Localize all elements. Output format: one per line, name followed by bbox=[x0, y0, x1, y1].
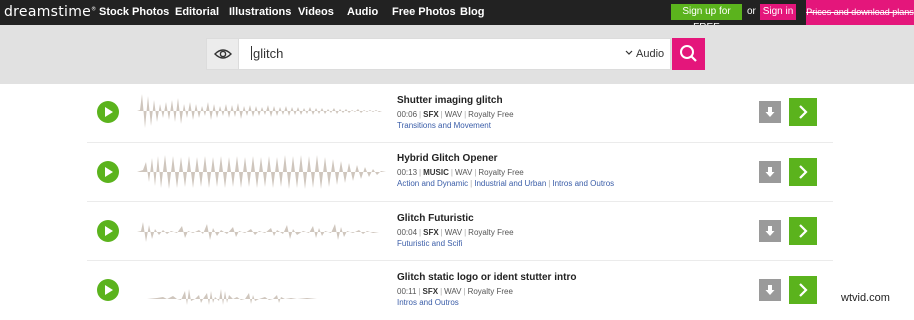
tag-link[interactable]: Futuristic and Scifi bbox=[397, 239, 462, 248]
result-meta: 00:06 | SFX | WAV | Royalty Free bbox=[397, 110, 514, 119]
result-meta: 00:11 | SFX | WAV | Royalty Free bbox=[397, 287, 513, 296]
license: Royalty Free bbox=[478, 168, 524, 177]
waveform[interactable] bbox=[137, 90, 386, 132]
audio-result-row: Glitch Futuristic 00:04 | SFX | WAV | Royalty … bbox=[87, 202, 833, 261]
audio-type: SFX bbox=[422, 287, 439, 296]
result-tags: Intros and Outros bbox=[397, 298, 459, 307]
text-caret bbox=[251, 46, 252, 60]
nav-illustrations[interactable]: Illustrations bbox=[229, 6, 291, 18]
file-format: WAV bbox=[444, 110, 463, 119]
download-icon[interactable] bbox=[759, 101, 781, 123]
result-tags: Futuristic and Scifi bbox=[397, 239, 462, 248]
license: Royalty Free bbox=[468, 110, 514, 119]
chevron-right-icon[interactable] bbox=[789, 276, 817, 304]
play-icon[interactable] bbox=[97, 161, 119, 183]
chevron-right-icon[interactable] bbox=[789, 158, 817, 186]
tag-link[interactable]: Transitions and Movement bbox=[397, 121, 491, 130]
search-input[interactable]: glitch bbox=[251, 46, 283, 61]
audio-result-row: Glitch static logo or ident stutter intr… bbox=[87, 261, 833, 320]
dreamstime-logo[interactable]: dreamstime® bbox=[4, 4, 96, 20]
prices-plans-button[interactable]: Prices and download plans bbox=[806, 0, 914, 25]
result-title[interactable]: Glitch Futuristic bbox=[397, 213, 474, 224]
category-select[interactable]: Audio bbox=[625, 48, 664, 60]
result-tags: Transitions and Movement bbox=[397, 121, 491, 130]
play-icon[interactable] bbox=[97, 101, 119, 123]
logo-registered-mark: ® bbox=[91, 6, 97, 13]
file-format: WAV bbox=[444, 228, 463, 237]
tag-link[interactable]: Industrial and Urban bbox=[474, 179, 546, 188]
result-meta: 00:13 | MUSIC | WAV | Royalty Free bbox=[397, 168, 524, 177]
result-tags: Action and Dynamic | Industrial and Urban |… bbox=[397, 179, 615, 188]
eye-icon[interactable] bbox=[207, 39, 239, 69]
tag-link[interactable]: Intros and Outros bbox=[552, 179, 614, 188]
waveform[interactable] bbox=[137, 212, 386, 252]
audio-type: SFX bbox=[423, 110, 439, 119]
duration: 00:11 bbox=[397, 287, 417, 296]
result-title[interactable]: Shutter imaging glitch bbox=[397, 95, 503, 106]
logo-text: dreamstime bbox=[4, 4, 92, 20]
search-query: glitch bbox=[253, 46, 284, 61]
signin-button[interactable]: Sign in bbox=[760, 4, 796, 20]
nav-videos[interactable]: Videos bbox=[298, 6, 334, 18]
search-box: glitch Audio bbox=[206, 38, 671, 70]
duration: 00:06 bbox=[397, 110, 418, 119]
result-meta: 00:04 | SFX | WAV | Royalty Free bbox=[397, 228, 514, 237]
play-icon[interactable] bbox=[97, 279, 119, 301]
nav-stock-photos[interactable]: Stock Photos bbox=[99, 6, 169, 18]
result-title[interactable]: Glitch static logo or ident stutter intr… bbox=[397, 272, 576, 283]
result-title[interactable]: Hybrid Glitch Opener bbox=[397, 153, 498, 164]
duration: 00:04 bbox=[397, 228, 418, 237]
waveform[interactable] bbox=[137, 150, 386, 194]
audio-result-row: Hybrid Glitch Opener 00:13 | MUSIC | WAV | Roy… bbox=[87, 143, 833, 202]
nav-free-photos[interactable]: Free Photos bbox=[392, 6, 456, 18]
tag-link[interactable]: Action and Dynamic bbox=[397, 179, 468, 188]
duration: 00:13 bbox=[397, 168, 418, 177]
file-format: WAV bbox=[454, 168, 473, 177]
nav-blog[interactable]: Blog bbox=[460, 6, 484, 18]
chevron-right-icon[interactable] bbox=[789, 98, 817, 126]
nav-audio[interactable]: Audio bbox=[347, 6, 378, 18]
waveform[interactable] bbox=[137, 269, 386, 309]
search-band: glitch Audio bbox=[0, 25, 914, 84]
download-icon[interactable] bbox=[759, 279, 781, 301]
chevron-down-icon bbox=[625, 50, 633, 55]
top-navigation-bar: dreamstime® Stock Photos Editorial Illus… bbox=[0, 0, 914, 33]
tag-link[interactable]: Intros and Outros bbox=[397, 298, 459, 307]
license: Royalty Free bbox=[468, 228, 514, 237]
audio-result-row: Shutter imaging glitch 00:06 | SFX | WAV | Roy… bbox=[87, 84, 833, 143]
download-icon[interactable] bbox=[759, 161, 781, 183]
signup-button[interactable]: Sign up for FREE bbox=[671, 4, 742, 33]
nav-editorial[interactable]: Editorial bbox=[175, 6, 219, 18]
search-icon bbox=[680, 45, 697, 62]
watermark: wtvid.com bbox=[839, 292, 892, 304]
search-button[interactable] bbox=[672, 38, 705, 70]
audio-type: SFX bbox=[423, 228, 439, 237]
play-icon[interactable] bbox=[97, 220, 119, 242]
category-label: Audio bbox=[636, 48, 665, 60]
download-icon[interactable] bbox=[759, 220, 781, 242]
or-label: or bbox=[747, 6, 756, 17]
license: Royalty Free bbox=[467, 287, 513, 296]
file-format: WAV bbox=[444, 287, 462, 296]
audio-type: MUSIC bbox=[423, 168, 449, 177]
chevron-right-icon[interactable] bbox=[789, 217, 817, 245]
